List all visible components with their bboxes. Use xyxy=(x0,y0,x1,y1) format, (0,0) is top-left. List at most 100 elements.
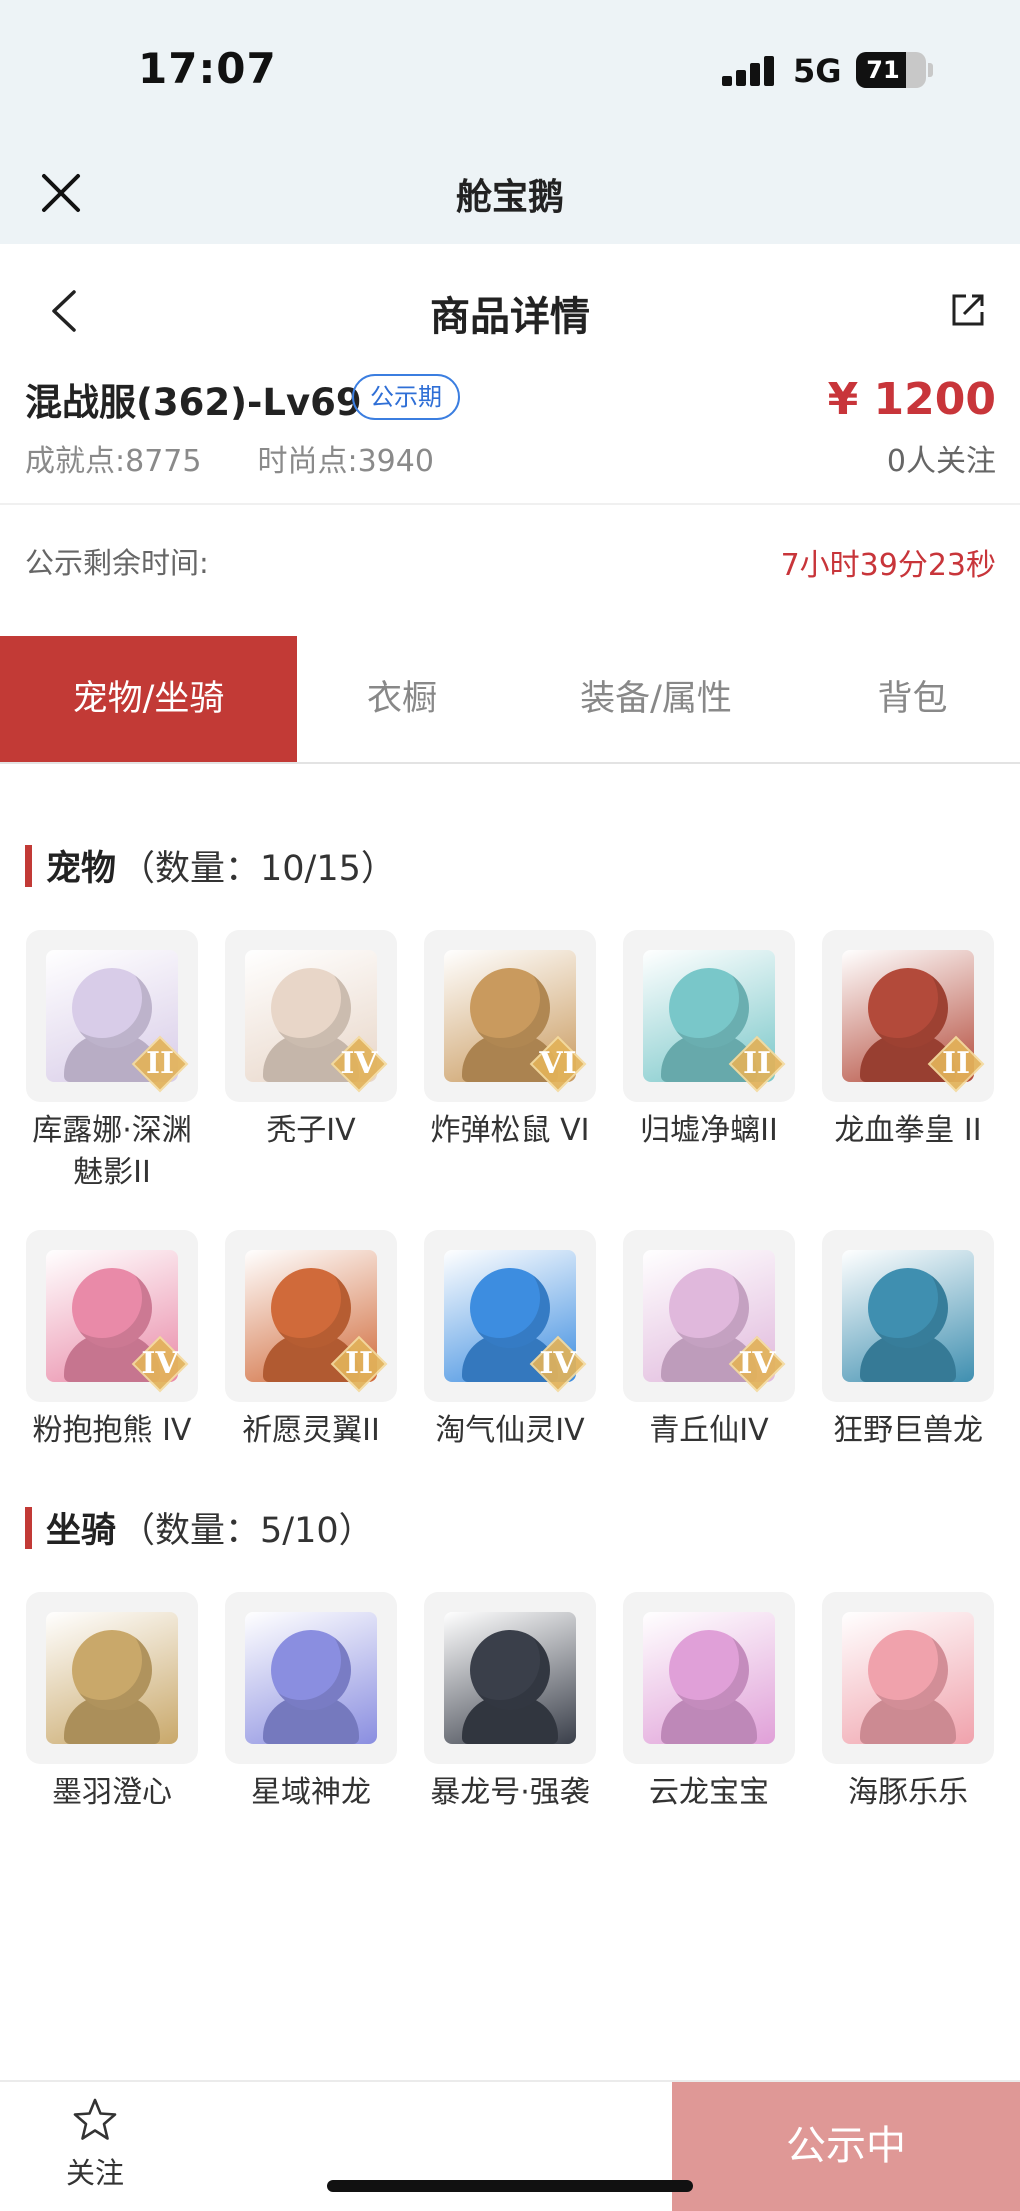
signal-icon xyxy=(722,56,776,86)
mount-card[interactable]: 墨羽澄心 xyxy=(26,1592,198,1814)
pet-name: 库露娜·深渊魅影II xyxy=(32,1113,192,1190)
pet-thumbnail: IV xyxy=(225,930,397,1102)
pet-thumbnail: II xyxy=(623,930,795,1102)
pet-card[interactable]: II 祈愿灵翼II xyxy=(225,1230,397,1452)
pet-card[interactable]: IV 青丘仙IV xyxy=(623,1230,795,1452)
pet-name: 粉抱抱熊 IV xyxy=(32,1413,192,1448)
section-accent-bar xyxy=(25,1506,32,1549)
divider xyxy=(0,503,1020,505)
rank-badge: IV xyxy=(131,1335,189,1393)
listing-title: 混战服(362)-Lv69 xyxy=(25,381,362,424)
rank-numeral: VI xyxy=(539,1046,577,1081)
publicity-status-button[interactable]: 公示中 xyxy=(672,2082,1020,2211)
pet-card[interactable]: II 归墟净螭II xyxy=(623,930,795,1194)
mount-card[interactable]: 暴龙号·强袭 xyxy=(424,1592,596,1814)
pet-card[interactable]: IV 淘气仙灵IV xyxy=(424,1230,596,1452)
mount-image xyxy=(46,1612,178,1744)
rank-numeral: II xyxy=(941,1046,971,1081)
rank-numeral: IV xyxy=(340,1046,378,1081)
mount-card[interactable]: 海豚乐乐 xyxy=(822,1592,994,1814)
fashion-value: 3940 xyxy=(357,444,434,479)
pet-name: 秃子IV xyxy=(266,1113,356,1148)
rank-numeral: IV xyxy=(738,1346,776,1381)
section-title: 坐骑 xyxy=(46,1511,117,1551)
tab-backpack[interactable]: 背包 xyxy=(805,636,1020,762)
mount-image xyxy=(444,1612,576,1744)
mount-thumbnail xyxy=(623,1592,795,1764)
mount-image xyxy=(842,1612,974,1744)
mount-name: 星域神龙 xyxy=(251,1775,371,1810)
pet-thumbnail: II xyxy=(225,1230,397,1402)
rank-badge: IV xyxy=(728,1335,786,1393)
follow-button[interactable]: 关注 xyxy=(50,2096,140,2192)
battery-icon: 71 xyxy=(856,52,926,88)
rank-badge: VI xyxy=(529,1035,587,1093)
mount-card[interactable]: 云龙宝宝 xyxy=(623,1592,795,1814)
pet-thumbnail: II xyxy=(822,930,994,1102)
pet-thumbnail: VI xyxy=(424,930,596,1102)
pet-card[interactable]: 狂野巨兽龙 xyxy=(822,1230,994,1452)
tab-wardrobe[interactable]: 衣橱 xyxy=(297,636,507,762)
status-time: 17:07 xyxy=(138,44,277,93)
pet-name: 龙血拳皇 II xyxy=(834,1113,982,1148)
section-count: （数量：5/10） xyxy=(120,1511,374,1551)
price: ¥ 1200 xyxy=(827,374,996,425)
pet-card[interactable]: II 龙血拳皇 II xyxy=(822,930,994,1194)
countdown-value: 7小时39分23秒 xyxy=(780,548,996,583)
mount-name: 暴龙号·强袭 xyxy=(430,1775,590,1810)
tab-bar: 宠物/坐骑 衣橱 装备/属性 背包 xyxy=(0,636,1020,764)
mount-thumbnail xyxy=(26,1592,198,1764)
pet-image xyxy=(842,1250,974,1382)
rank-badge: IV xyxy=(529,1335,587,1393)
mount-image xyxy=(245,1612,377,1744)
rank-badge: II xyxy=(330,1335,388,1393)
battery-tip xyxy=(928,63,933,77)
mount-image xyxy=(643,1612,775,1744)
pet-thumbnail xyxy=(822,1230,994,1402)
status-badge: 公示期 xyxy=(352,374,460,420)
page-title: 商品详情 xyxy=(430,294,590,340)
mount-thumbnail xyxy=(822,1592,994,1764)
rank-numeral: II xyxy=(145,1046,175,1081)
battery-percent: 71 xyxy=(866,56,900,84)
points-row: 成就点:8775 时尚点:3940 xyxy=(25,436,434,480)
section-count: （数量：10/15） xyxy=(120,849,396,889)
mount-thumbnail xyxy=(225,1592,397,1764)
rank-numeral: IV xyxy=(539,1346,577,1381)
section-accent-bar xyxy=(25,844,32,887)
mini-program-title: 舱宝鹅 xyxy=(455,177,564,218)
pet-thumbnail: II xyxy=(26,930,198,1102)
rank-badge: II xyxy=(131,1035,189,1093)
mount-thumbnail xyxy=(424,1592,596,1764)
achievement-value: 8775 xyxy=(125,444,202,479)
pet-thumbnail: IV xyxy=(26,1230,198,1402)
rank-numeral: II xyxy=(742,1046,772,1081)
tab-equipment[interactable]: 装备/属性 xyxy=(507,636,805,762)
pets-grid: II 库露娜·深渊魅影II IV 秃子IV VI 炸弹松鼠 VI II 归墟净螭II II 龙血拳… xyxy=(26,930,994,1452)
mount-card[interactable]: 星域神龙 xyxy=(225,1592,397,1814)
mount-name: 墨羽澄心 xyxy=(52,1775,172,1810)
fashion-label: 时尚点: xyxy=(257,444,358,479)
rank-numeral: II xyxy=(344,1346,374,1381)
follow-label: 关注 xyxy=(65,2156,124,2190)
countdown-label: 公示剩余时间: xyxy=(25,546,209,580)
rank-badge: IV xyxy=(330,1035,388,1093)
pet-card[interactable]: II 库露娜·深渊魅影II xyxy=(26,930,198,1194)
pet-card[interactable]: IV 秃子IV xyxy=(225,930,397,1194)
pets-section-header: 宠物 （数量：10/15） xyxy=(25,840,396,891)
rank-badge: II xyxy=(728,1035,786,1093)
pet-card[interactable]: IV 粉抱抱熊 IV xyxy=(26,1230,198,1452)
pet-name: 归墟净螭II xyxy=(640,1113,778,1148)
mounts-section-header: 坐骑 （数量：5/10） xyxy=(25,1502,374,1553)
tab-pets-mounts[interactable]: 宠物/坐骑 xyxy=(0,636,297,762)
section-title: 宠物 xyxy=(46,849,117,889)
achievement-label: 成就点: xyxy=(25,444,126,479)
pet-thumbnail: IV xyxy=(623,1230,795,1402)
share-icon[interactable] xyxy=(950,292,986,328)
network-type: 5G xyxy=(793,52,842,90)
pet-name: 祈愿灵翼II xyxy=(242,1413,380,1448)
pet-thumbnail: IV xyxy=(424,1230,596,1402)
mounts-grid: 墨羽澄心 星域神龙 暴龙号·强袭 云龙宝宝 海豚乐乐 xyxy=(26,1592,994,1814)
pet-name: 狂野巨兽龙 xyxy=(833,1413,983,1448)
pet-card[interactable]: VI 炸弹松鼠 VI xyxy=(424,930,596,1194)
